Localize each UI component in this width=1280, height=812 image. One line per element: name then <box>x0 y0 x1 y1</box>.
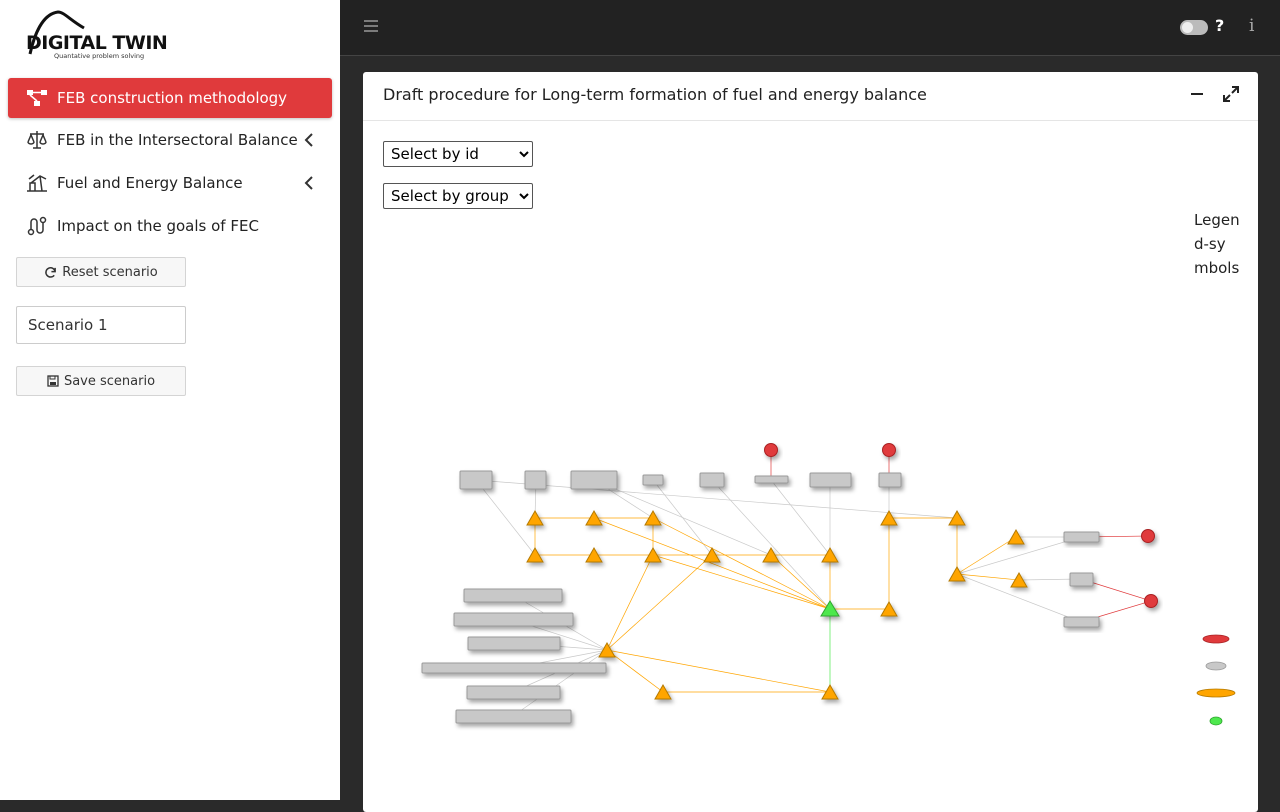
save-scenario-button[interactable]: Save scenario <box>16 366 186 396</box>
sidebar: DIGITAL TWIN Quantative problem solving … <box>0 0 340 800</box>
graph-node[interactable] <box>421 662 607 674</box>
graph-edge <box>606 554 654 651</box>
save-scenario-label: Save scenario <box>63 373 156 389</box>
diagram-card: Draft procedure for Long-term formation … <box>363 72 1258 812</box>
graph-node[interactable] <box>463 588 563 603</box>
graph-edge <box>711 479 831 610</box>
refresh-icon <box>45 266 57 278</box>
reset-scenario-button[interactable]: Reset scenario <box>16 257 186 287</box>
graph-node[interactable] <box>878 472 902 488</box>
legend-symbol-red <box>1202 634 1230 644</box>
balance-scale-icon <box>26 129 48 151</box>
floppy-disk-icon <box>47 375 59 387</box>
graph-edge <box>770 479 831 556</box>
help-icon[interactable]: ? <box>1215 16 1224 35</box>
graph-node[interactable] <box>1141 529 1155 543</box>
chevron-left-icon <box>304 133 313 147</box>
graph-edges <box>475 450 1152 717</box>
chevron-left-icon <box>304 176 313 190</box>
graph-node[interactable] <box>1069 572 1094 587</box>
top-bar: ? i <box>340 0 1280 56</box>
graph-nodes-source <box>421 470 1100 724</box>
logo-title: DIGITAL TWIN <box>26 32 168 54</box>
sidebar-item-impact-goals[interactable]: Impact on the goals of FEC <box>8 206 332 246</box>
graph-node[interactable] <box>453 612 574 627</box>
oil-pump-icon <box>26 172 48 194</box>
legend-symbol-green <box>1209 716 1223 726</box>
sidebar-item-label: Impact on the goals of FEC <box>57 217 259 235</box>
graph-edge <box>652 517 831 610</box>
toggle-knob <box>1182 22 1193 33</box>
graph-node[interactable] <box>642 474 664 486</box>
graph-edge <box>475 479 536 556</box>
graph-edge <box>593 517 831 610</box>
network-graph[interactable] <box>363 72 1258 800</box>
graph-edge <box>512 649 608 717</box>
graph-node[interactable] <box>1063 531 1100 543</box>
graph-node[interactable] <box>455 709 572 724</box>
graph-node[interactable] <box>948 565 966 582</box>
theme-toggle[interactable] <box>1180 20 1208 35</box>
sidebar-item-fuel-energy-balance[interactable]: Fuel and Energy Balance <box>8 163 332 203</box>
graph-edge <box>606 649 664 693</box>
graph-node[interactable] <box>1063 616 1100 628</box>
graph-node[interactable] <box>1144 594 1158 608</box>
graph-edge <box>956 573 1020 581</box>
sidebar-item-feb-intersectoral[interactable]: FEB in the Intersectoral Balance <box>8 120 332 160</box>
graph-edge <box>770 554 831 610</box>
scenario-name-input[interactable] <box>16 306 186 344</box>
legend-symbols <box>1196 634 1236 726</box>
sidebar-item-label: Fuel and Energy Balance <box>57 174 243 192</box>
graph-node[interactable] <box>459 470 493 490</box>
legend-symbol-orange <box>1196 688 1236 698</box>
reset-scenario-label: Reset scenario <box>62 264 158 280</box>
graph-edge <box>956 536 1017 575</box>
graph-node[interactable] <box>467 636 561 651</box>
graph-node[interactable] <box>570 470 618 490</box>
route-icon <box>26 215 48 237</box>
network-icon <box>26 87 48 109</box>
sidebar-item-feb-construction[interactable]: FEB construction methodology <box>8 78 332 118</box>
graph-node[interactable] <box>809 472 852 488</box>
sidebar-item-label: FEB in the Intersectoral Balance <box>57 131 298 149</box>
hamburger-menu-icon[interactable] <box>364 18 378 34</box>
graph-node[interactable] <box>754 475 789 484</box>
legend-symbol-gray <box>1205 661 1227 671</box>
graph-edge <box>652 554 831 610</box>
sidebar-item-label: FEB construction methodology <box>57 89 288 107</box>
logo-subtitle: Quantative problem solving <box>54 52 145 60</box>
graph-node[interactable] <box>764 443 778 457</box>
graph-node[interactable] <box>524 470 547 490</box>
graph-node[interactable] <box>699 472 725 488</box>
graph-edge <box>606 649 831 693</box>
graph-edge <box>606 554 713 651</box>
graph-node[interactable] <box>882 443 896 457</box>
graph-node[interactable] <box>466 685 561 700</box>
info-icon[interactable]: i <box>1249 16 1254 36</box>
